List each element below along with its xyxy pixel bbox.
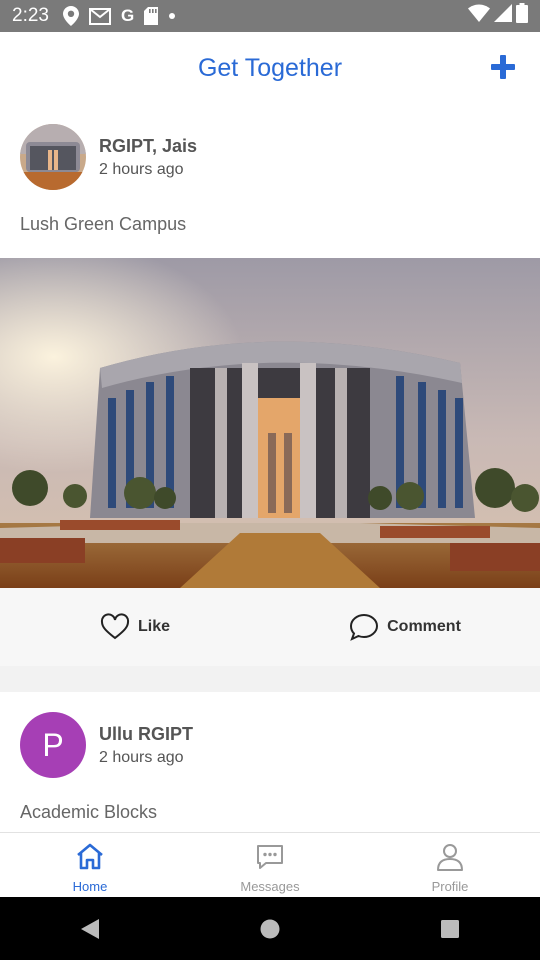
comment-label: Comment [387, 618, 461, 635]
post-image[interactable] [0, 258, 540, 588]
battery-icon [516, 3, 528, 29]
recents-icon[interactable] [439, 918, 461, 940]
signal-icon [494, 4, 512, 28]
author-name[interactable]: Ullu RGIPT [99, 724, 193, 745]
nav-label: Messages [240, 879, 300, 894]
nav-profile[interactable]: Profile [360, 833, 540, 897]
system-nav-bar [0, 897, 540, 960]
bottom-nav: Home Messages Profile [0, 832, 540, 897]
comment-button[interactable]: Comment [270, 612, 540, 642]
profile-icon [437, 844, 463, 871]
nav-messages[interactable]: Messages [180, 833, 360, 897]
wifi-icon [468, 4, 490, 28]
author-name[interactable]: RGIPT, Jais [99, 136, 197, 157]
plus-icon[interactable] [490, 54, 516, 80]
app-header: Get Together [0, 32, 540, 104]
post-feed[interactable]: RGIPT, Jais 2 hours ago Lush Green Campu… [0, 104, 540, 832]
heart-icon [100, 613, 129, 640]
avatar[interactable] [20, 124, 86, 190]
gmail-icon [88, 7, 111, 25]
status-bar: 2:23 G [0, 0, 540, 32]
messages-icon [257, 845, 283, 869]
post-card: RGIPT, Jais 2 hours ago Lush Green Campu… [0, 104, 540, 666]
post-header: P Ullu RGIPT 2 hours ago [0, 692, 540, 778]
post-time: 2 hours ago [99, 160, 184, 178]
post-time: 2 hours ago [99, 748, 184, 766]
post-caption: Academic Blocks [20, 802, 158, 822]
status-time: 2:23 [12, 5, 49, 26]
post-card: P Ullu RGIPT 2 hours ago Academic Blocks [0, 692, 540, 832]
home-circle-icon[interactable] [259, 918, 281, 940]
like-button[interactable]: Like [0, 612, 270, 642]
app-title: Get Together [197, 53, 343, 82]
google-icon: G [120, 6, 135, 25]
back-icon[interactable] [79, 918, 101, 940]
post-actions: Like Comment [0, 588, 540, 666]
avatar[interactable]: P [20, 712, 86, 778]
home-icon [77, 843, 103, 870]
post-header: RGIPT, Jais 2 hours ago [0, 104, 540, 190]
dot-icon [168, 12, 176, 20]
location-icon [62, 6, 79, 26]
nav-label: Home [72, 879, 108, 894]
comment-bubble-icon [350, 613, 379, 641]
like-label: Like [137, 618, 170, 635]
nav-label: Profile [431, 879, 469, 894]
post-caption: Lush Green Campus [20, 214, 187, 234]
nav-home[interactable]: Home [0, 833, 180, 897]
sd-card-icon [144, 7, 159, 25]
